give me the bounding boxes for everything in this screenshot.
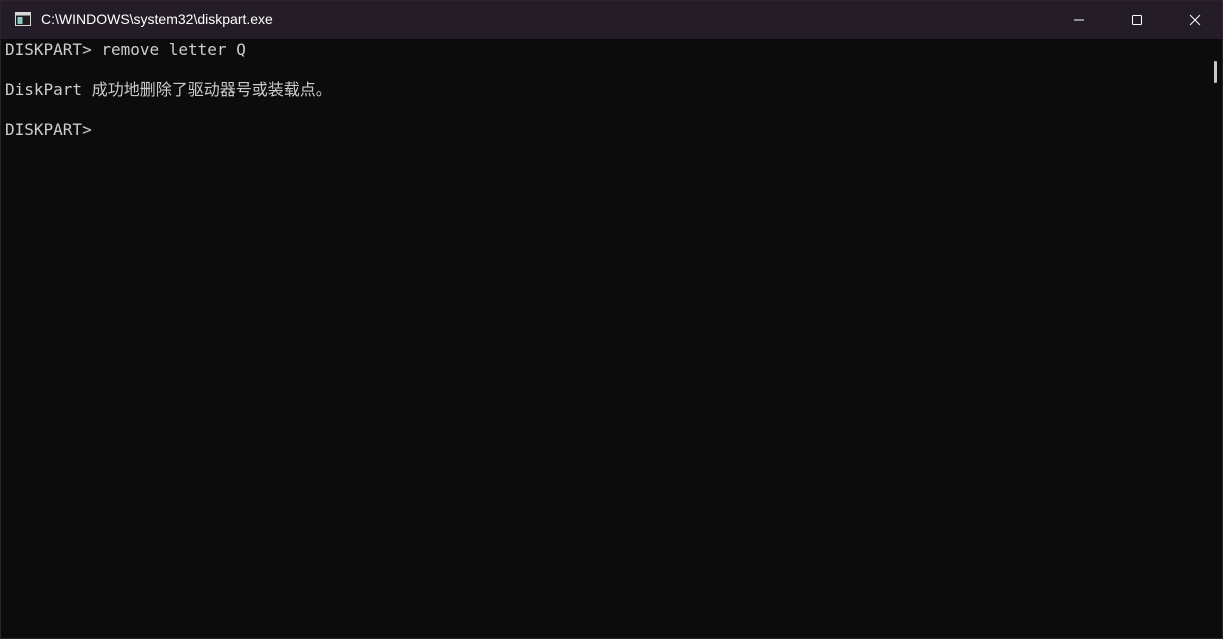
title-bar[interactable]: C:\WINDOWS\system32\diskpart.exe: [1, 1, 1222, 39]
console-output[interactable]: DISKPART> remove letter Q DiskPart 成功地删除…: [1, 39, 1204, 638]
vertical-scrollbar[interactable]: [1204, 39, 1222, 638]
console-window: C:\WINDOWS\system32\diskpart.exe DISKPAR…: [0, 0, 1223, 639]
minimize-icon: [1074, 19, 1084, 21]
command-line: DISKPART> remove letter Q: [5, 40, 246, 59]
output-line: DiskPart 成功地删除了驱动器号或装载点。: [5, 80, 332, 99]
console-icon: [15, 12, 31, 26]
maximize-button[interactable]: [1108, 1, 1166, 39]
close-icon: [1189, 14, 1201, 26]
prompt-line: DISKPART>: [5, 120, 92, 139]
maximize-icon: [1132, 15, 1142, 25]
window-title: C:\WINDOWS\system32\diskpart.exe: [41, 11, 273, 27]
scrollbar-thumb[interactable]: [1214, 61, 1217, 83]
close-button[interactable]: [1166, 1, 1222, 39]
minimize-button[interactable]: [1050, 1, 1108, 39]
